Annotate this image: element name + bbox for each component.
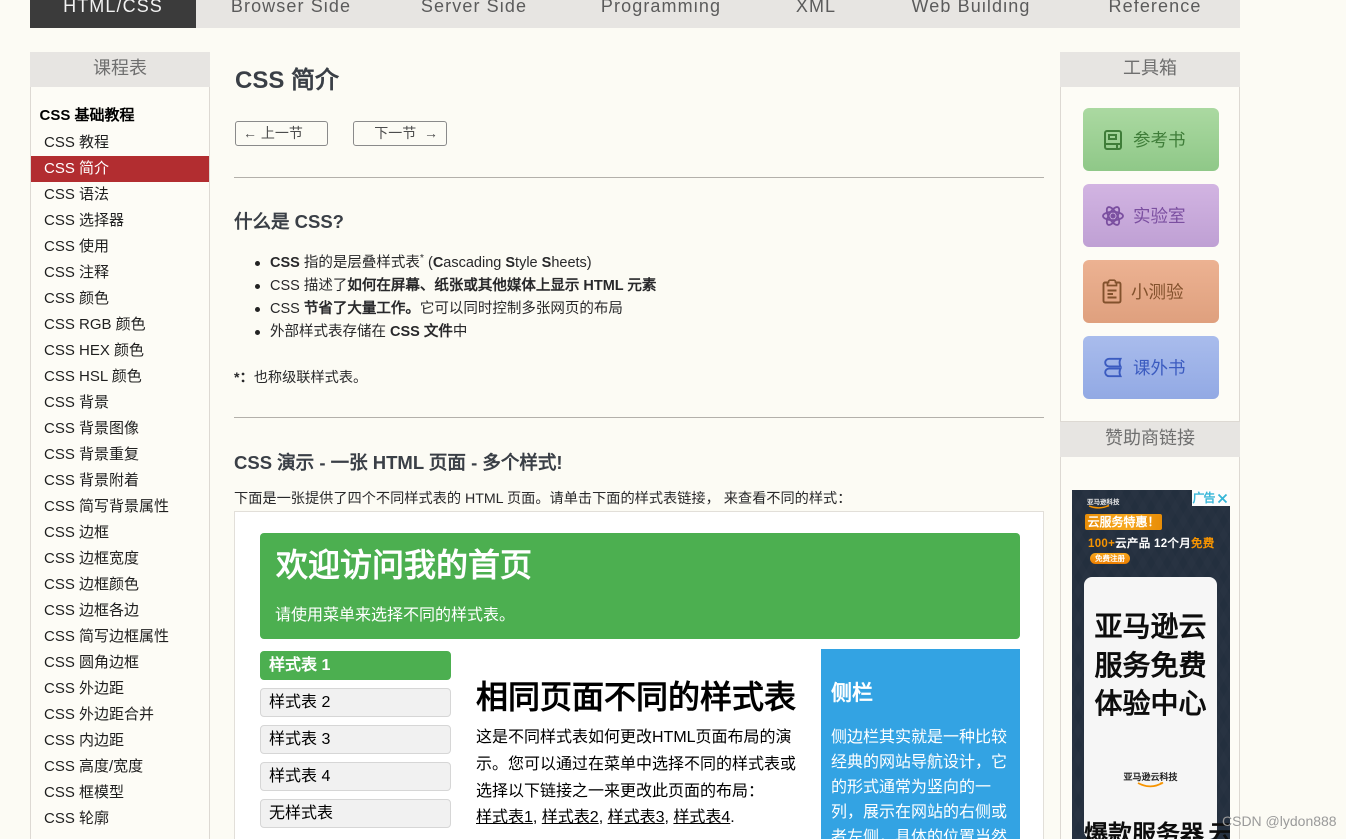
svg-text:亚马逊科技: 亚马逊科技 xyxy=(1087,497,1120,506)
